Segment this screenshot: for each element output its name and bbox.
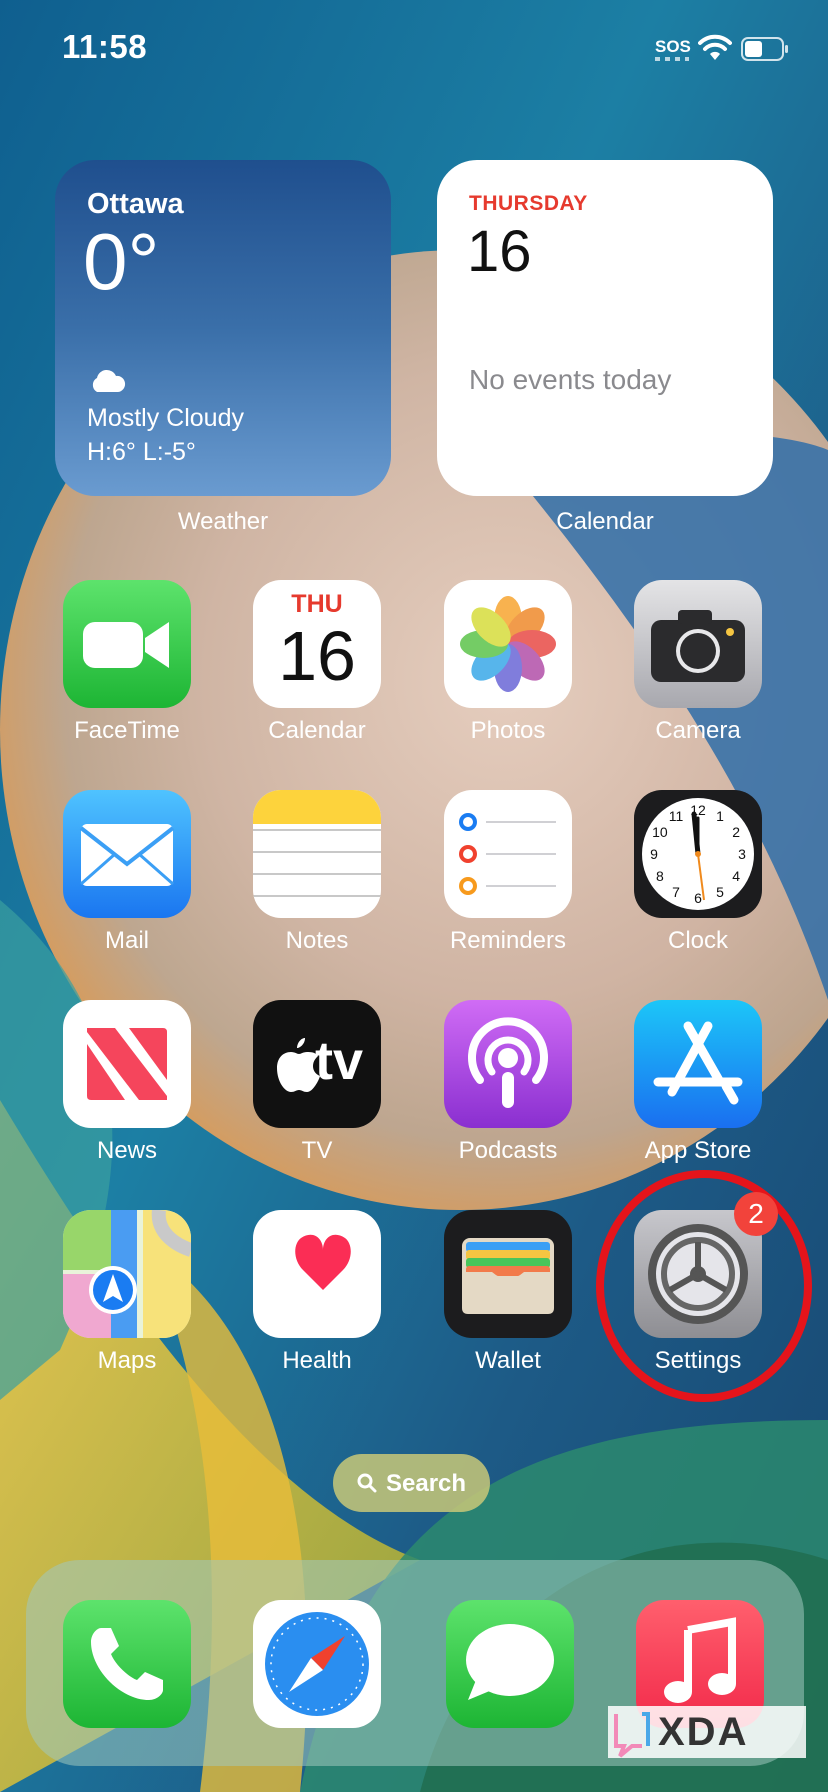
app-label: Podcasts xyxy=(458,1137,558,1164)
maps-icon xyxy=(63,1210,191,1338)
app-calendar[interactable]: THU 16 Calendar xyxy=(222,580,412,780)
search-button[interactable]: Search xyxy=(333,1454,490,1512)
app-label: News xyxy=(96,1137,157,1164)
clock-numeral: 1 xyxy=(716,808,724,824)
facetime-icon xyxy=(63,580,191,708)
news-icon xyxy=(63,1000,191,1128)
app-label: TV xyxy=(301,1137,333,1164)
clock-numeral: 5 xyxy=(716,884,724,900)
clock-numeral: 7 xyxy=(672,884,680,900)
wifi-icon xyxy=(698,34,732,60)
app-camera[interactable]: Camera xyxy=(603,580,793,780)
calendar-events: No events today xyxy=(469,364,672,395)
weather-condition: Mostly Cloudy xyxy=(87,404,244,432)
calendar-date: 16 xyxy=(467,219,532,284)
app-label: Camera xyxy=(655,717,741,744)
tv-icon: tv xyxy=(253,1000,381,1128)
app-label: Notes xyxy=(285,927,349,954)
sos-indicator: SOS xyxy=(655,37,691,56)
app-label: Calendar xyxy=(268,717,366,744)
calendar-icon-day: THU xyxy=(291,590,343,618)
xda-logo-icon xyxy=(614,1712,650,1758)
calendar-icon-date: 16 xyxy=(278,617,356,695)
podcasts-icon xyxy=(444,1000,572,1128)
status-time: 11:58 xyxy=(62,28,148,65)
dock-safari[interactable] xyxy=(253,1600,381,1728)
camera-icon xyxy=(634,580,762,708)
calendar-widget[interactable]: THURSDAY 16 No events today xyxy=(437,160,773,496)
clock-numeral: 4 xyxy=(732,868,740,884)
weather-widget-label: Weather xyxy=(177,508,269,535)
app-wallet[interactable]: Wallet xyxy=(413,1210,603,1410)
weather-high-low: H:6° L:-5° xyxy=(87,438,196,466)
dock-messages[interactable] xyxy=(446,1600,574,1728)
app-mail[interactable]: Mail xyxy=(32,790,222,990)
search-icon xyxy=(357,1473,377,1493)
app-maps[interactable]: Maps xyxy=(32,1210,222,1410)
app-label: Health xyxy=(282,1347,352,1374)
weather-temperature: 0° xyxy=(83,217,160,306)
app-store-icon xyxy=(634,1000,762,1128)
app-label: Photos xyxy=(470,717,546,744)
wallet-icon xyxy=(444,1210,572,1338)
clock-icon: 11 10 9 8 7 6 5 4 3 2 1 12 xyxy=(634,790,762,918)
clock-numeral: 2 xyxy=(732,824,740,840)
battery-icon xyxy=(741,37,788,61)
safari-icon xyxy=(265,1612,369,1716)
clock-numeral: 3 xyxy=(738,846,746,862)
phone-icon xyxy=(91,1628,163,1700)
reminders-icon xyxy=(444,790,572,918)
photos-icon xyxy=(444,580,572,708)
messages-icon xyxy=(466,1624,554,1700)
tv-icon-text: tv xyxy=(315,1031,364,1091)
clock-numeral: 8 xyxy=(656,868,664,884)
app-podcasts[interactable]: Podcasts xyxy=(413,1000,603,1200)
notes-icon xyxy=(253,790,381,918)
app-facetime[interactable]: FaceTime xyxy=(32,580,222,780)
app-label: Clock xyxy=(667,927,728,954)
mail-icon xyxy=(63,790,191,918)
app-label: Wallet xyxy=(475,1347,541,1374)
xda-watermark: XDA xyxy=(608,1706,806,1758)
calendar-weekday: THURSDAY xyxy=(469,192,588,215)
weather-widget[interactable]: Ottawa 0° Mostly Cloudy H:6° L:-5° xyxy=(55,160,391,496)
app-label: Mail xyxy=(104,927,149,954)
calendar-widget-label: Calendar xyxy=(556,508,654,535)
clock-numeral: 11 xyxy=(669,808,684,824)
clock-numeral: 6 xyxy=(694,890,702,906)
app-label: Reminders xyxy=(449,927,567,954)
app-tv[interactable]: tv TV xyxy=(222,1000,412,1200)
app-label: Maps xyxy=(97,1347,157,1374)
signal-dots xyxy=(655,57,689,61)
app-photos[interactable]: Photos xyxy=(413,580,603,780)
health-icon xyxy=(253,1210,381,1338)
clock-numeral: 9 xyxy=(650,846,658,862)
search-label: Search xyxy=(386,1470,467,1497)
app-clock[interactable]: 11 10 9 8 7 6 5 4 3 2 1 12 Clock xyxy=(603,790,793,990)
app-notes[interactable]: Notes xyxy=(222,790,412,990)
app-health[interactable]: Health xyxy=(222,1210,412,1410)
app-label: FaceTime xyxy=(74,717,180,744)
clock-numeral: 10 xyxy=(652,824,668,840)
cloud-icon xyxy=(92,369,126,392)
dock-phone[interactable] xyxy=(63,1600,191,1728)
xda-logo-text: XDA xyxy=(658,1710,749,1754)
app-label: App Store xyxy=(644,1137,752,1164)
app-reminders[interactable]: Reminders xyxy=(413,790,603,990)
calendar-icon: THU 16 xyxy=(253,580,381,708)
annotation-circle xyxy=(596,1170,812,1402)
app-news[interactable]: News xyxy=(32,1000,222,1200)
notification-badge: 2 xyxy=(734,1192,778,1236)
